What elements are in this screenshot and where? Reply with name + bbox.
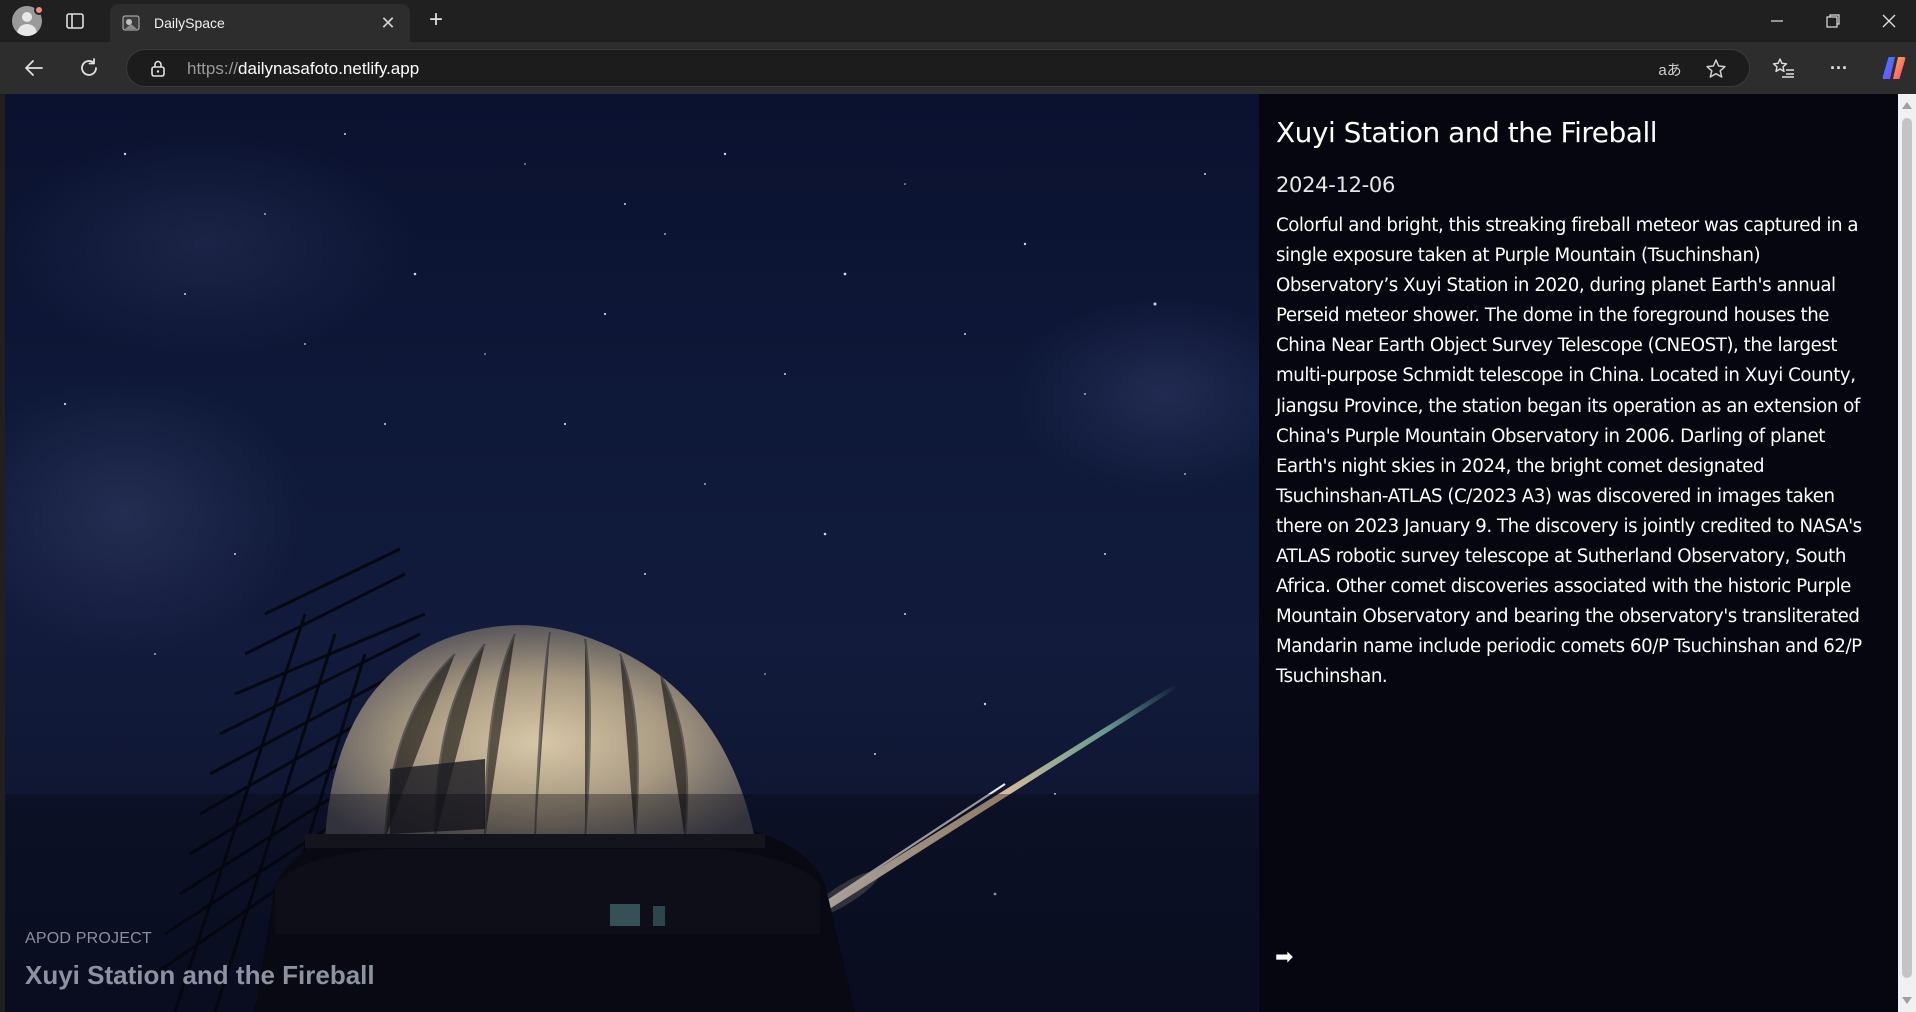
- read-aloud-icon[interactable]: aあ: [1657, 56, 1683, 82]
- apod-project-label: APOD PROJECT: [25, 930, 152, 947]
- scroll-down-arrow-icon[interactable]: [1902, 997, 1912, 1004]
- maximize-icon[interactable]: [1806, 0, 1860, 42]
- lock-icon[interactable]: [149, 59, 167, 77]
- hero-title: Xuyi Station and the Fireball: [25, 960, 375, 990]
- profile-notification-dot: [34, 5, 44, 15]
- apod-explanation: Colorful and bright, this streaking fire…: [1276, 215, 1862, 688]
- site-favicon-icon: [122, 15, 140, 31]
- back-icon[interactable]: [18, 52, 50, 84]
- apod-image-art: [5, 133, 1259, 1012]
- page-title: Xuyi Station and the Fireball: [1276, 116, 1658, 149]
- url-scheme: https://: [187, 59, 239, 78]
- tab-actions-icon[interactable]: [62, 10, 88, 32]
- page-scrollbar[interactable]: [1898, 94, 1916, 1012]
- apod-date: 2024-12-06: [1276, 173, 1396, 197]
- tab-title: DailySpace: [154, 15, 225, 31]
- more-icon[interactable]: ···: [1823, 52, 1855, 84]
- next-arrow-icon[interactable]: ➡: [1275, 944, 1293, 970]
- description-panel: Xuyi Station and the Fireball 2024-12-06…: [1259, 94, 1898, 1012]
- favorites-list-icon[interactable]: [1768, 52, 1800, 84]
- scroll-up-arrow-icon[interactable]: [1902, 102, 1912, 109]
- address-url[interactable]: https://dailynasafoto.netlify.app: [187, 59, 419, 79]
- reload-icon[interactable]: [73, 52, 105, 84]
- address-bar[interactable]: https://dailynasafoto.netlify.app aあ: [126, 49, 1750, 87]
- scrollbar-thumb[interactable]: [1902, 118, 1912, 978]
- url-host: dailynasafoto.netlify.app: [238, 59, 420, 78]
- browser-titlebar: DailySpace ✕ +: [0, 0, 1916, 42]
- browser-toolbar: https://dailynasafoto.netlify.app aあ ···: [0, 42, 1916, 94]
- apod-image: APOD PROJECT Xuyi Station and the Fireba…: [5, 94, 1259, 1012]
- favorite-star-icon[interactable]: [1703, 56, 1729, 82]
- page-content: APOD PROJECT Xuyi Station and the Fireba…: [5, 94, 1898, 1012]
- tab-dailyspace[interactable]: DailySpace ✕: [110, 4, 410, 42]
- new-tab-button[interactable]: +: [422, 8, 450, 34]
- window-close-icon[interactable]: [1862, 0, 1916, 42]
- tab-close-icon[interactable]: ✕: [378, 13, 398, 34]
- copilot-icon[interactable]: [1878, 52, 1910, 84]
- minimize-icon[interactable]: [1750, 0, 1804, 42]
